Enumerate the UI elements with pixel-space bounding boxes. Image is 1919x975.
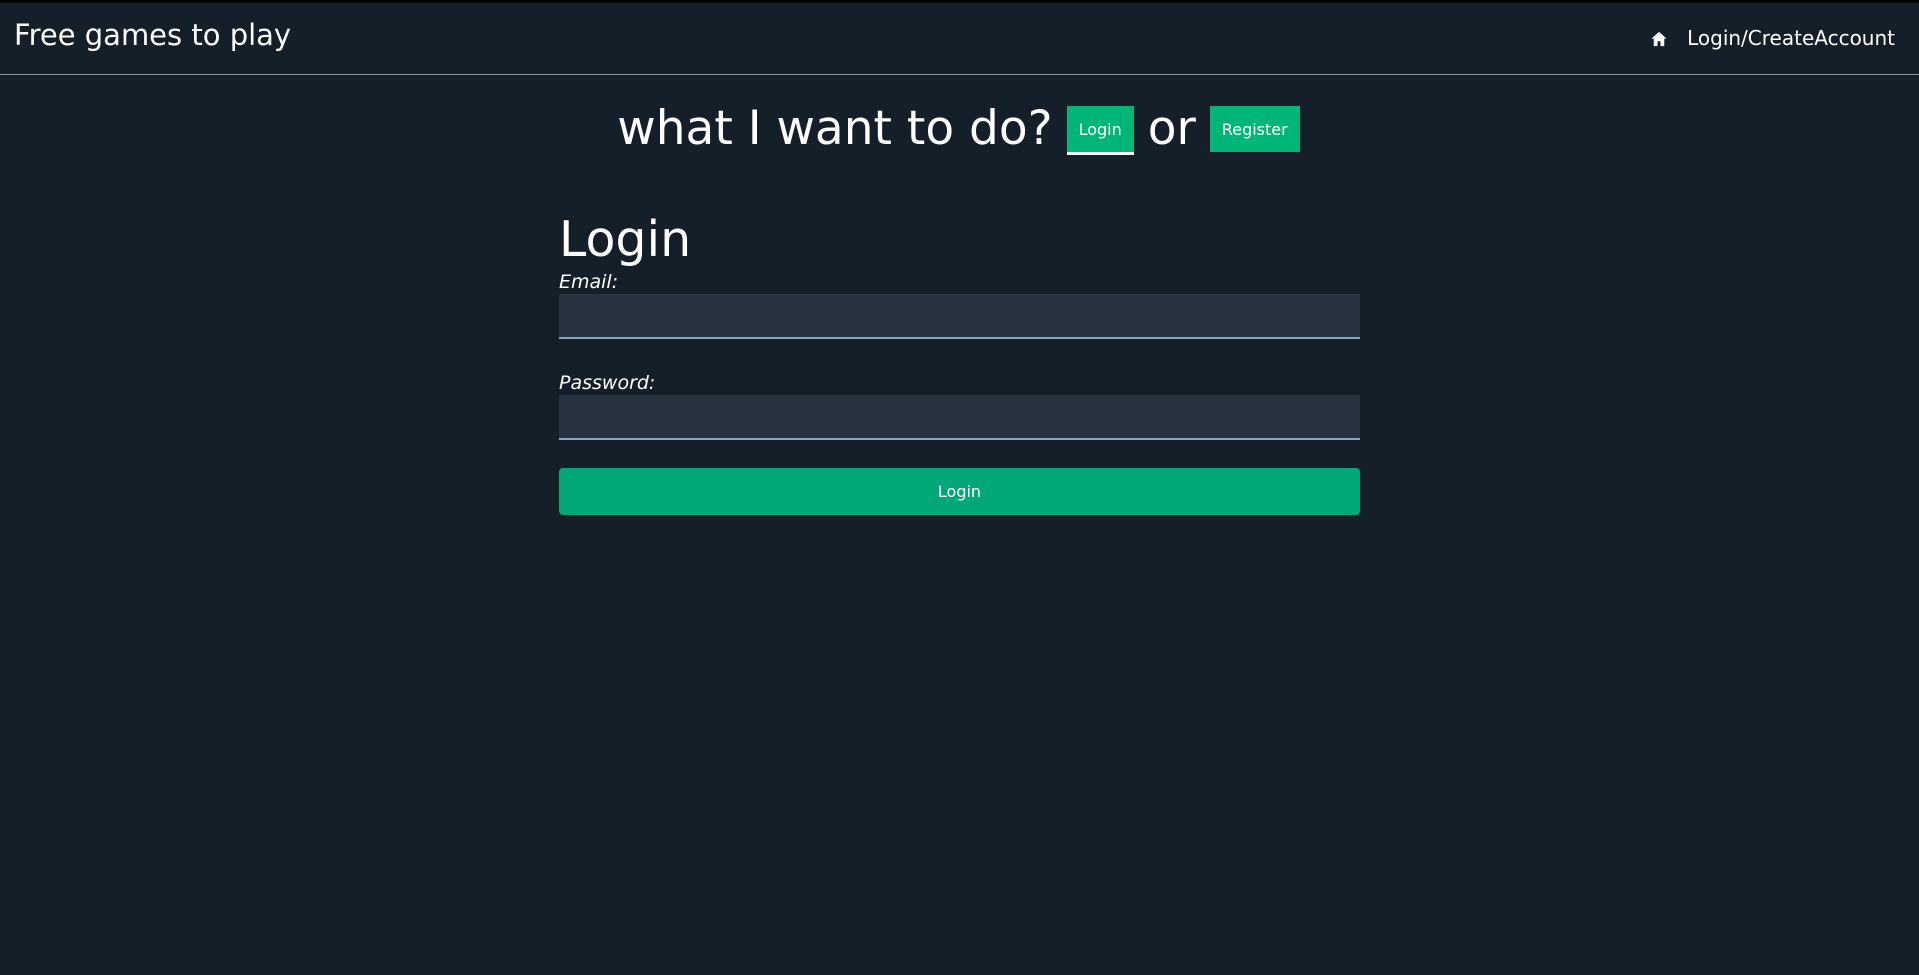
- home-icon[interactable]: [1649, 29, 1669, 49]
- form-title: Login: [559, 211, 692, 268]
- password-label: Password:: [559, 372, 656, 394]
- home-icon-graphic: [1651, 31, 1667, 47]
- login-submit-button[interactable]: Login: [559, 468, 1360, 515]
- login-form: Login Email: Password: Login: [559, 210, 1360, 515]
- login-tab-button[interactable]: Login: [1066, 106, 1134, 155]
- or-text: or: [1147, 101, 1196, 156]
- mode-prompt: what I want to do?: [617, 101, 1053, 156]
- email-field[interactable]: [559, 294, 1360, 339]
- register-tab-button[interactable]: Register: [1209, 106, 1300, 152]
- brand-link[interactable]: Free games to play: [14, 18, 291, 52]
- password-field[interactable]: [559, 395, 1360, 440]
- login-create-account-link[interactable]: Login/CreateAccount: [1687, 25, 1895, 51]
- mode-chooser: what I want to do? Login or Register: [0, 99, 1919, 159]
- email-label: Email:: [559, 271, 619, 293]
- navbar: Free games to play Login/CreateAccount: [0, 0, 1919, 75]
